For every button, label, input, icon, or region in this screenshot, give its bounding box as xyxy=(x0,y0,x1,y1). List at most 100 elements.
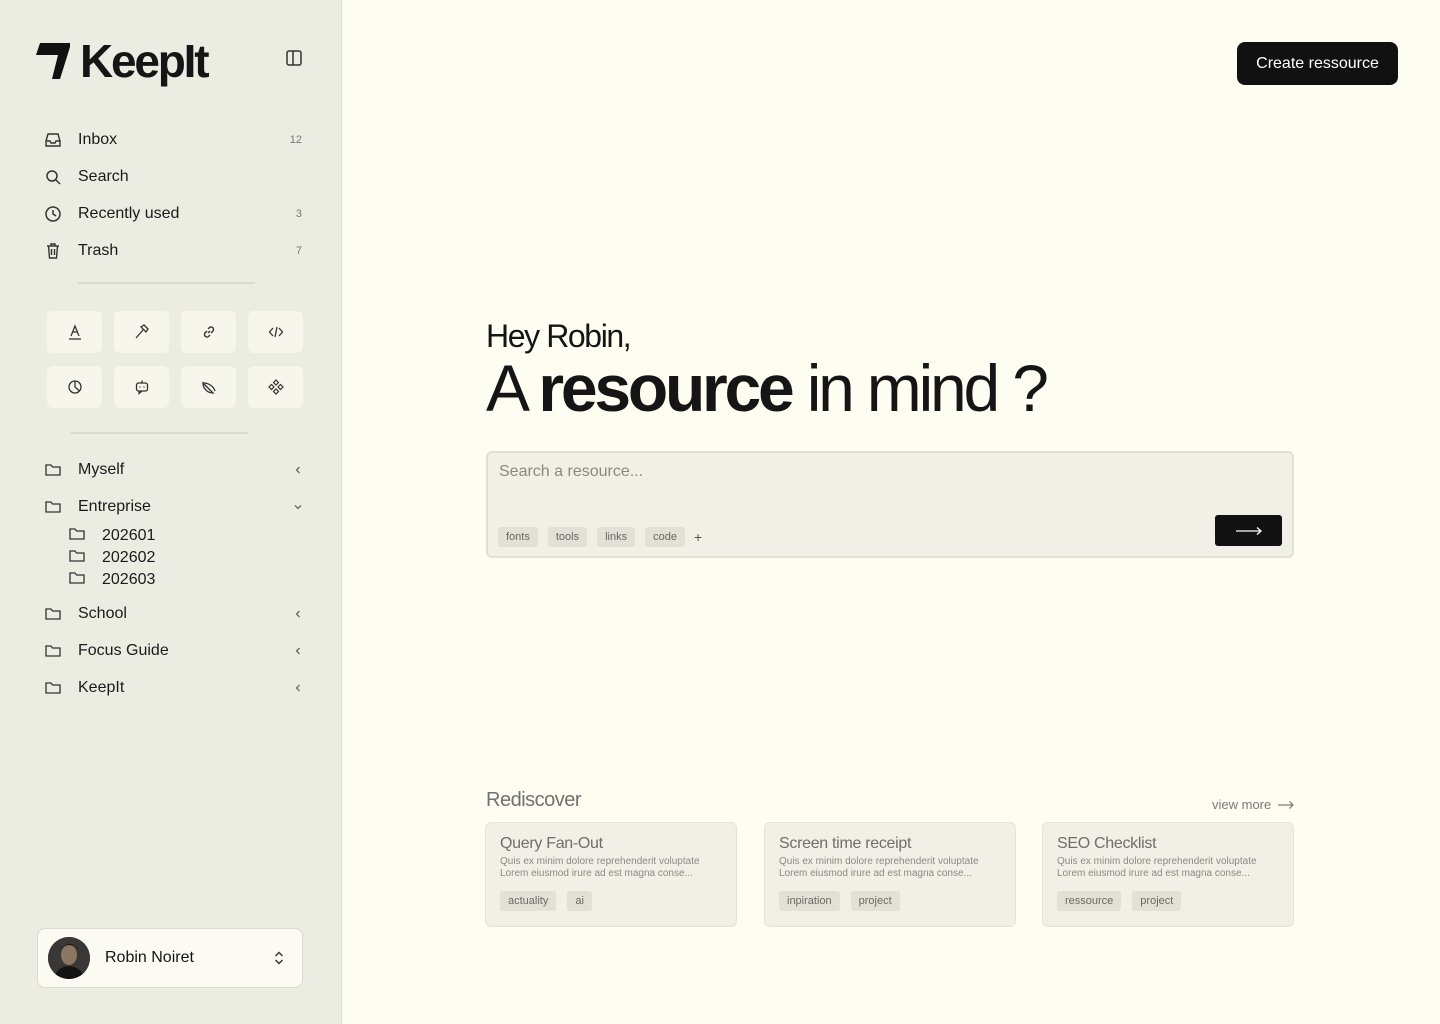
headline-suffix: in mind ? xyxy=(791,351,1049,425)
nav-item-search[interactable]: Search xyxy=(44,158,306,195)
card-title: Screen time receipt xyxy=(779,835,912,852)
search-input[interactable] xyxy=(499,461,1199,483)
folder-label: Entreprise xyxy=(78,497,151,515)
card-description: Quis ex minim dolore reprehenderit volup… xyxy=(1057,856,1279,880)
card-desc-line: Quis ex minim dolore reprehenderit volup… xyxy=(779,856,979,867)
card-tag: inpiration xyxy=(779,891,840,911)
hammer-icon xyxy=(135,324,149,339)
headline-bold: resource xyxy=(538,351,794,425)
subfolder-202603[interactable]: 202603 xyxy=(44,569,306,591)
rediscover-card[interactable]: Screen time receipt Quis ex minim dolore… xyxy=(764,822,1016,927)
folder-icon xyxy=(44,679,62,697)
tool-link[interactable] xyxy=(181,311,236,353)
font-icon xyxy=(68,324,81,340)
card-tag: actuality xyxy=(500,891,557,911)
folder-label: School xyxy=(78,604,127,622)
folder-myself[interactable]: Myself xyxy=(44,451,306,488)
card-desc-line: Quis ex minim dolore reprehenderit volup… xyxy=(500,856,700,867)
folder-label: Myself xyxy=(78,460,125,478)
subfolder-202601[interactable]: 202601 xyxy=(44,525,306,547)
pie-chart-icon xyxy=(67,380,82,394)
card-tags: inpiration project xyxy=(779,891,1001,911)
nav-label: Inbox xyxy=(78,130,118,148)
tool-bot[interactable] xyxy=(114,366,169,408)
folder-school[interactable]: School xyxy=(44,595,306,632)
tag-tools[interactable]: tools xyxy=(547,527,588,547)
view-more-label: view more xyxy=(1212,797,1272,812)
card-description: Quis ex minim dolore reprehenderit volup… xyxy=(500,856,722,880)
card-title: Query Fan-Out xyxy=(500,835,603,852)
chevron-left-icon[interactable] xyxy=(292,682,304,694)
card-desc-line: Quis ex minim dolore reprehenderit volup… xyxy=(1057,856,1257,867)
chevron-down-icon[interactable] xyxy=(292,501,304,513)
search-box: fonts tools links code + xyxy=(486,451,1294,558)
add-tag-button[interactable]: + xyxy=(694,529,702,545)
card-tag: project xyxy=(1132,891,1182,911)
nav-item-trash[interactable]: Trash 7 xyxy=(44,232,306,269)
folder-focus-guide[interactable]: Focus Guide xyxy=(44,632,306,669)
subfolder-label: 202603 xyxy=(102,571,156,588)
card-tags: actuality ai xyxy=(500,891,722,911)
chevron-left-icon[interactable] xyxy=(292,464,304,476)
headline: A resource in mind ? xyxy=(486,350,1049,426)
search-icon xyxy=(44,168,62,186)
tool-component[interactable] xyxy=(248,366,303,408)
create-resource-button[interactable]: Create ressource xyxy=(1237,42,1398,85)
app-logo[interactable]: KeepIt xyxy=(36,38,210,84)
tag-fonts[interactable]: fonts xyxy=(498,527,538,547)
card-desc-line: Lorem eiusmod irure ad est magna conse..… xyxy=(500,868,693,879)
nav-label: Trash xyxy=(78,241,119,259)
card-desc-line: Lorem eiusmod irure ad est magna conse..… xyxy=(1057,868,1250,879)
folder-label: Focus Guide xyxy=(78,641,169,659)
folder-label: KeepIt xyxy=(78,678,125,696)
search-submit-button[interactable] xyxy=(1215,515,1282,546)
rediscover-card[interactable]: SEO Checklist Quis ex minim dolore repre… xyxy=(1042,822,1294,927)
rediscover-title: Rediscover xyxy=(486,789,582,811)
card-title: SEO Checklist xyxy=(1057,835,1157,852)
tag-links[interactable]: links xyxy=(597,527,636,547)
sidebar-toggle-icon[interactable] xyxy=(284,48,304,68)
folder-icon xyxy=(44,642,62,660)
sidebar: KeepIt Inbox 12 Search Recently used 3 T… xyxy=(0,0,342,1024)
folder-icon xyxy=(68,547,86,570)
subfolder-label: 202602 xyxy=(102,549,156,566)
folder-entreprise[interactable]: Entreprise xyxy=(44,488,306,525)
melon-icon xyxy=(201,381,216,394)
logo-mark-icon xyxy=(36,43,70,79)
tool-melon[interactable] xyxy=(181,366,236,408)
folder-icon xyxy=(68,569,86,592)
main-nav: Inbox 12 Search Recently used 3 Trash 7 xyxy=(44,121,306,269)
divider xyxy=(71,432,248,434)
chevron-left-icon[interactable] xyxy=(292,608,304,620)
view-more-link[interactable]: view more xyxy=(1212,797,1295,812)
folder-keepit[interactable]: KeepIt xyxy=(44,669,306,706)
folder-tree: Myself Entreprise 202601 202602 202603 S… xyxy=(44,451,306,706)
link-icon xyxy=(203,326,214,338)
card-tag: ressource xyxy=(1057,891,1122,911)
chevron-left-icon[interactable] xyxy=(292,645,304,657)
tag-code[interactable]: code xyxy=(645,527,685,547)
tool-pie-chart[interactable] xyxy=(47,366,102,408)
component-icon xyxy=(267,379,284,395)
arrow-right-icon xyxy=(1235,526,1262,535)
subfolder-202602[interactable]: 202602 xyxy=(44,547,306,569)
avatar-image xyxy=(48,937,90,979)
folder-icon xyxy=(68,525,86,548)
avatar xyxy=(48,937,90,979)
nav-item-inbox[interactable]: Inbox 12 xyxy=(44,121,306,158)
user-name: Robin Noiret xyxy=(105,949,194,966)
card-desc-line: Lorem eiusmod irure ad est magna conse..… xyxy=(779,868,972,879)
subfolder-label: 202601 xyxy=(102,527,156,544)
nav-count: 12 xyxy=(289,133,302,146)
rediscover-card[interactable]: Query Fan-Out Quis ex minim dolore repre… xyxy=(485,822,737,927)
user-switcher[interactable]: Robin Noiret xyxy=(37,928,303,988)
divider xyxy=(78,282,255,284)
tool-grid xyxy=(47,311,303,408)
tool-hammer[interactable] xyxy=(114,311,169,353)
tool-code[interactable] xyxy=(248,311,303,353)
chevron-up-down-icon xyxy=(275,951,283,965)
headline-prefix: A xyxy=(486,351,539,425)
tool-font[interactable] xyxy=(47,311,102,353)
nav-item-recently-used[interactable]: Recently used 3 xyxy=(44,195,306,232)
arrow-right-icon xyxy=(1278,800,1295,809)
